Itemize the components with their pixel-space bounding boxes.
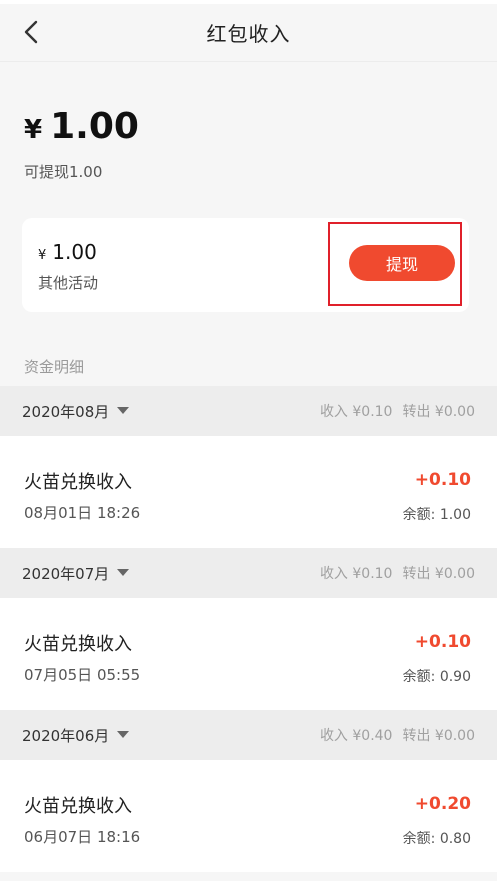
section-label: 资金明细 [24,358,85,376]
withdraw-button[interactable]: 提现 [349,245,455,281]
month-selector[interactable]: 2020年07月 [22,563,130,584]
chevron-left-icon[interactable] [18,18,46,46]
header-bar: 红包收入 [0,4,497,62]
transaction-row[interactable]: 火苗兑换收入 06月07日 18:16 +0.20 余额: 0.80 [0,760,497,872]
withdrawable-amount: 可提现1.00 [24,163,103,181]
transaction-row[interactable]: 火苗兑换收入 08月01日 18:26 +0.10 余额: 1.00 [0,436,497,548]
month-header: 2020年08月 收入 ¥0.10 转出 ¥0.00 [0,386,497,436]
month-label: 2020年07月 [22,564,110,583]
caret-down-icon [117,731,130,738]
transaction-time: 08月01日 18:26 [24,504,141,522]
month-outgo: 转出 ¥0.00 [402,404,475,420]
transaction-amount: +0.20 [414,794,471,814]
month-label: 2020年06月 [22,726,110,745]
card-currency: ¥ [38,248,47,263]
month-label: 2020年08月 [22,402,110,421]
month-summary: 收入 ¥0.40 转出 ¥0.00 [320,725,475,745]
caret-down-icon [117,407,130,414]
balance-summary: ¥ 1.00 可提现1.00 [0,62,497,220]
card-label: 其他活动 [38,274,99,292]
transaction-balance: 余额: 1.00 [402,507,471,523]
transaction-time: 07月05日 05:55 [24,666,141,684]
month-header: 2020年07月 收入 ¥0.10 转出 ¥0.00 [0,548,497,598]
transaction-groups: 2020年08月 收入 ¥0.10 转出 ¥0.00 火苗兑换收入 08月01日 … [0,386,497,872]
month-header: 2020年06月 收入 ¥0.40 转出 ¥0.00 [0,710,497,760]
month-selector[interactable]: 2020年06月 [22,725,130,746]
transaction-balance: 余额: 0.80 [402,831,471,847]
transaction-title: 火苗兑换收入 [24,634,132,655]
month-income: 收入 ¥0.10 [319,404,393,420]
month-summary: 收入 ¥0.10 转出 ¥0.00 [320,563,475,583]
month-income: 收入 ¥0.10 [319,566,393,582]
card-amount-value: 1.00 [52,240,97,264]
transaction-amount: +0.10 [414,470,471,490]
transaction-row[interactable]: 火苗兑换收入 07月05日 05:55 +0.10 余额: 0.90 [0,598,497,710]
balance-currency: ¥ [24,115,43,145]
total-balance: ¥ 1.00 [24,106,473,147]
card-amount: ¥ 1.00 [38,240,97,264]
transaction-title: 火苗兑换收入 [24,796,132,817]
transaction-title: 火苗兑换收入 [24,472,132,493]
month-summary: 收入 ¥0.10 转出 ¥0.00 [320,401,475,421]
month-outgo: 转出 ¥0.00 [402,566,475,582]
activity-card: ¥ 1.00 其他活动 提现 [22,218,469,312]
month-outgo: 转出 ¥0.00 [402,728,475,744]
transaction-balance: 余额: 0.90 [402,669,471,685]
caret-down-icon [117,569,130,576]
page-title: 红包收入 [206,22,291,46]
month-income: 收入 ¥0.40 [319,728,393,744]
balance-amount: 1.00 [50,106,139,147]
month-selector[interactable]: 2020年08月 [22,401,130,422]
transaction-time: 06月07日 18:16 [24,828,141,846]
transaction-amount: +0.10 [414,632,471,652]
